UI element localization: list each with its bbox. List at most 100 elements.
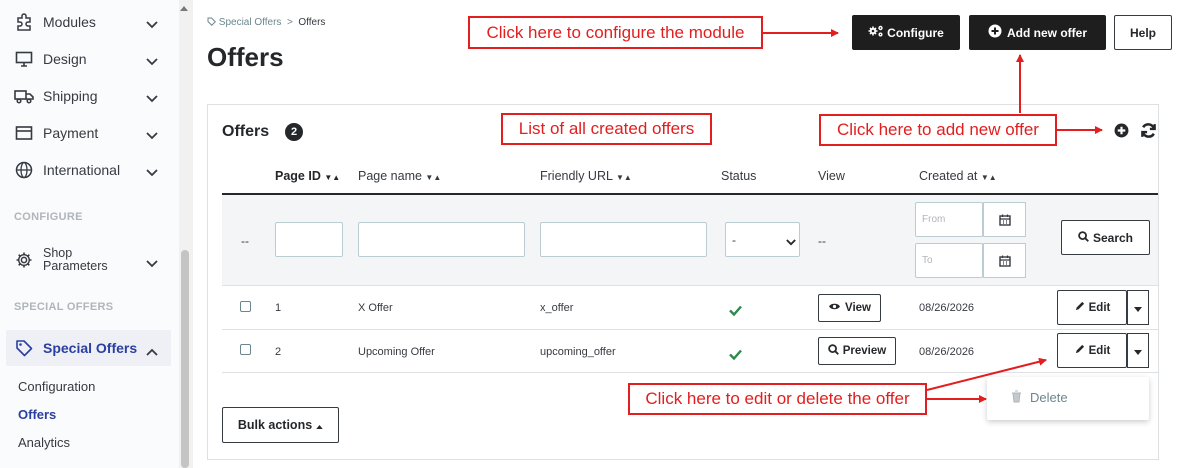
bulk-actions-button[interactable]: Bulk actions — [222, 407, 339, 443]
caret-down-icon — [1134, 342, 1142, 360]
sort-icon[interactable]: ▼▲ — [425, 173, 441, 182]
column-header-created-at[interactable]: Created at ▼▲ — [919, 169, 997, 183]
edit-button[interactable]: Edit — [1057, 333, 1127, 368]
sidebar-item-label: Shop Parameters — [43, 247, 108, 273]
row-actions-dropdown[interactable] — [1127, 290, 1149, 325]
sidebar-item-payment[interactable]: Payment — [0, 114, 172, 151]
row-page-name: X Offer — [358, 302, 393, 314]
filter-placeholder-dash: -- — [241, 234, 249, 248]
filter-view-dash: -- — [818, 234, 826, 248]
sidebar-subitem-configuration[interactable]: Configuration — [18, 379, 95, 394]
to-placeholder: To — [922, 255, 933, 266]
help-button[interactable]: Help — [1114, 15, 1172, 50]
shop-parameters-line1: Shop — [43, 246, 73, 260]
section-title-configure: CONFIGURE — [14, 211, 83, 223]
sort-icon[interactable]: ▼▲ — [324, 173, 340, 182]
preview-label: Preview — [842, 345, 887, 357]
column-header-friendly-url[interactable]: Friendly URL ▼▲ — [540, 169, 632, 183]
card-icon — [14, 123, 34, 143]
filter-friendly-url-input[interactable] — [540, 222, 707, 257]
row-page-id: 1 — [275, 302, 282, 314]
caret-up-icon — [316, 418, 323, 432]
trash-icon — [1011, 390, 1022, 408]
configure-button[interactable]: Configure — [852, 15, 960, 50]
column-label: Page name — [358, 169, 422, 183]
tag-icon — [15, 339, 33, 362]
row-friendly-url: upcoming_offer — [540, 346, 616, 358]
status-check-icon[interactable] — [729, 303, 742, 321]
pencil-icon — [1074, 301, 1085, 315]
column-label: Friendly URL — [540, 169, 613, 183]
breadcrumb: Special Offers > Offers — [207, 17, 325, 29]
search-button[interactable]: Search — [1061, 220, 1150, 255]
row-page-name: Upcoming Offer — [358, 346, 435, 358]
puzzle-icon — [14, 12, 34, 32]
column-label: Page ID — [275, 169, 321, 183]
shop-parameters-line2: Parameters — [43, 259, 108, 273]
annotation-configure: Click here to configure the module — [468, 16, 763, 49]
offers-count-badge: 2 — [285, 123, 303, 141]
filter-status-select[interactable]: - — [725, 222, 800, 257]
breadcrumb-parent[interactable]: Special Offers — [219, 17, 282, 28]
sidebar-item-international[interactable]: International — [0, 151, 172, 188]
add-offer-plus-icon[interactable] — [1114, 123, 1129, 143]
pencil-icon — [1074, 344, 1085, 358]
view-button[interactable]: View — [818, 294, 881, 322]
column-header-page-name[interactable]: Page name ▼▲ — [358, 169, 441, 183]
sidebar-item-modules[interactable]: Modules — [0, 3, 172, 40]
sort-icon[interactable]: ▼▲ — [981, 173, 997, 182]
sidebar-scroll-thumb[interactable] — [181, 250, 189, 468]
gear-icon — [14, 250, 34, 270]
row-divider — [222, 372, 1158, 373]
tag-icon — [207, 17, 216, 29]
status-select-value: - — [732, 232, 736, 247]
filter-date-from-input[interactable]: From — [915, 202, 983, 237]
sidebar-item-design[interactable]: Design — [0, 40, 172, 77]
row-actions-dropdown[interactable] — [1127, 333, 1149, 368]
delete-menu-item[interactable]: Delete — [987, 377, 1149, 420]
sidebar-item-label: Payment — [43, 124, 99, 141]
add-new-offer-label: Add new offer — [1007, 25, 1087, 40]
calendar-icon[interactable] — [983, 243, 1026, 278]
sidebar-item-special-offers[interactable]: Special Offers — [6, 330, 171, 366]
row-created-at: 08/26/2026 — [919, 302, 975, 314]
refresh-icon[interactable] — [1140, 122, 1157, 144]
caret-down-icon — [1134, 299, 1142, 317]
filter-page-id-input[interactable] — [275, 222, 343, 257]
page-title: Offers — [207, 42, 284, 72]
column-label: Created at — [919, 169, 978, 183]
filter-date-to-input[interactable]: To — [915, 243, 983, 278]
row-friendly-url: x_offer — [540, 302, 574, 314]
section-title-special-offers: SPECIAL OFFERS — [14, 301, 114, 313]
annotation-edit-delete: Click here to edit or delete the offer — [628, 383, 927, 415]
gears-icon — [868, 24, 884, 41]
view-label: View — [845, 302, 871, 314]
annotation-list: List of all created offers — [501, 113, 712, 145]
row-divider — [222, 329, 1158, 330]
sidebar-item-shipping[interactable]: Shipping — [0, 77, 172, 114]
filter-page-name-input[interactable] — [358, 222, 525, 257]
search-icon — [1078, 230, 1089, 245]
scroll-up-arrow-icon[interactable] — [180, 6, 188, 11]
plus-circle-icon — [988, 24, 1002, 41]
globe-icon — [14, 160, 34, 180]
add-new-offer-button[interactable]: Add new offer — [969, 15, 1106, 50]
preview-button[interactable]: Preview — [818, 337, 896, 365]
configure-label: Configure — [887, 25, 944, 40]
row-checkbox[interactable] — [240, 301, 251, 312]
edit-label: Edit — [1088, 301, 1111, 314]
column-header-page-id[interactable]: Page ID ▼▲ — [275, 169, 340, 183]
sort-icon[interactable]: ▼▲ — [616, 173, 632, 182]
chevron-down-icon — [146, 16, 158, 32]
row-created-at: 08/26/2026 — [919, 346, 975, 358]
edit-button[interactable]: Edit — [1057, 290, 1127, 325]
row-checkbox[interactable] — [240, 344, 251, 355]
calendar-icon[interactable] — [983, 202, 1026, 237]
breadcrumb-current: Offers — [298, 17, 326, 28]
sidebar-item-shop-parameters[interactable]: Shop Parameters — [0, 240, 172, 280]
sidebar-subitem-analytics[interactable]: Analytics — [18, 435, 70, 450]
search-label: Search — [1092, 230, 1134, 245]
chevron-up-icon — [146, 343, 158, 361]
sidebar-subitem-offers[interactable]: Offers — [18, 407, 56, 422]
status-check-icon[interactable] — [729, 347, 742, 365]
